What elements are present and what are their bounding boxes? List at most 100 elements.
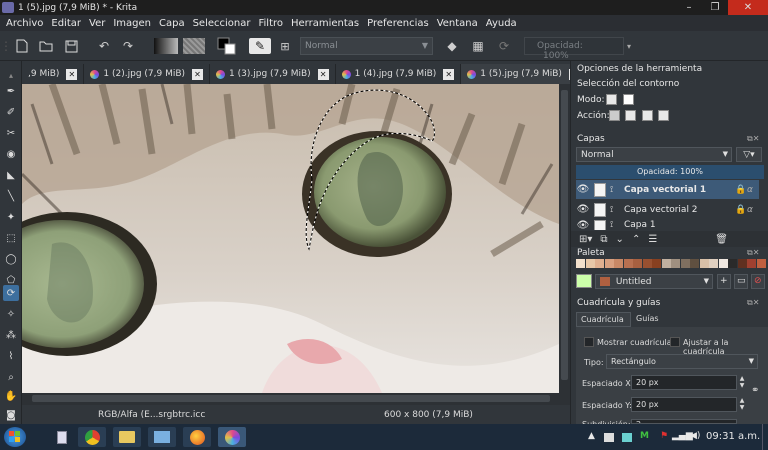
palette-swatch[interactable] (680, 259, 690, 268)
link-spacing-icon[interactable]: ⚭ (751, 385, 759, 396)
layer-opacity-slider[interactable]: Opacidad: 100% (576, 165, 764, 179)
multibrush-tool-icon[interactable]: ✂ (3, 125, 19, 141)
selection-mode-icon[interactable]: ◙ (3, 407, 19, 423)
layer-blend-mode-select[interactable]: Normal ▼ (576, 147, 732, 162)
menu-filtro[interactable]: Filtro (254, 18, 287, 29)
palette-swatch[interactable] (661, 259, 671, 268)
palette-swatch[interactable] (652, 259, 661, 268)
document-tab[interactable]: 1 (2).jpg (7,9 MiB) ✕ (84, 64, 211, 84)
snap-grid-checkbox[interactable] (670, 337, 680, 347)
menu-ventana[interactable]: Ventana (433, 18, 482, 29)
firefox-icon[interactable] (183, 427, 211, 447)
palette-swatch[interactable] (642, 259, 652, 268)
action-subtract-icon[interactable] (642, 110, 653, 121)
scroll-thumb[interactable] (32, 395, 550, 402)
volume-icon[interactable]: ◀) (690, 431, 700, 441)
dock-float-icon[interactable]: ⧉✕ (747, 298, 759, 308)
brush-preset-icon[interactable]: ✎ (249, 38, 271, 54)
palette-swatch[interactable] (728, 259, 737, 268)
vertical-scrollbar[interactable] (559, 84, 570, 393)
tray-movistar-icon[interactable]: M (640, 431, 649, 441)
rectangle-select-icon[interactable]: ⬚ (3, 230, 19, 246)
palette-swatch[interactable] (576, 259, 585, 268)
menu-imagen[interactable]: Imagen (109, 18, 155, 29)
krita-taskbar-icon[interactable] (218, 427, 246, 447)
menu-ver[interactable]: Ver (85, 18, 109, 29)
palette-swatch[interactable] (623, 259, 633, 268)
layer-properties-icon[interactable]: ☰ (648, 234, 657, 245)
palette-swatch[interactable] (747, 259, 756, 268)
layer-filter-button[interactable]: ▽▾ (736, 147, 762, 162)
move-layer-up-icon[interactable]: ⌃ (632, 234, 640, 245)
menu-preferencias[interactable]: Preferencias (363, 18, 433, 29)
alpha-lock-icon[interactable]: α (747, 185, 759, 195)
grid-type-select[interactable]: Rectángulo ▼ (606, 354, 758, 369)
explorer-icon[interactable] (113, 427, 141, 447)
layer-row[interactable]: 👁 ⟟ Capa vectorial 1 🔒 α (576, 180, 759, 199)
file-icon[interactable] (48, 427, 76, 447)
close-window-button[interactable]: ✕ (728, 0, 768, 15)
color-picker-icon[interactable]: ✒ (3, 83, 19, 99)
palette-swatch[interactable] (671, 259, 680, 268)
pan-tool-icon[interactable]: ✋ (3, 388, 19, 404)
menu-seleccionar[interactable]: Seleccionar (189, 18, 255, 29)
assistant-tool-icon[interactable]: ✦ (3, 209, 19, 225)
start-button[interactable] (4, 427, 26, 447)
ellipse-select-icon[interactable]: ◯ (3, 251, 19, 267)
gradient-preset-icon[interactable] (154, 38, 178, 54)
tab-guides[interactable]: Guías (632, 312, 664, 327)
mode-replace-icon[interactable] (606, 94, 617, 105)
tab-grid[interactable]: Cuadrícula (576, 312, 631, 327)
horizontal-scrollbar[interactable] (22, 393, 570, 405)
save-icon[interactable] (63, 38, 79, 54)
document-tab[interactable]: 1 (3).jpg (7,9 MiB) ✕ (210, 64, 336, 84)
palette-select[interactable]: Untitled ▼ (595, 274, 713, 289)
palette-swatch[interactable] (604, 259, 614, 268)
fill-tool-icon[interactable]: ◉ (3, 146, 19, 162)
brush-tool-icon[interactable]: ✐ (3, 104, 19, 120)
minimize-button[interactable]: – (676, 0, 702, 15)
dock-float-icon[interactable]: ⧉✕ (747, 248, 759, 258)
foreground-background-color-icon[interactable] (217, 37, 237, 55)
undo-icon[interactable]: ↶ (96, 38, 112, 54)
visibility-eye-icon[interactable]: 👁 (576, 220, 590, 230)
document-tab[interactable]: 1 (4).jpg (7,9 MiB) ✕ (335, 64, 462, 84)
image-canvas[interactable] (22, 84, 559, 393)
scroll-thumb[interactable] (561, 90, 568, 380)
palette-swatch[interactable] (595, 259, 604, 268)
bezier-select-icon[interactable]: ⌇ (3, 348, 19, 364)
chrome-icon[interactable] (78, 427, 106, 447)
clock-label[interactable]: 09:31 a.m. (706, 431, 760, 442)
menu-archivo[interactable]: Archivo (2, 18, 47, 29)
close-icon[interactable]: ✕ (317, 68, 329, 80)
palette-swatch[interactable] (614, 259, 623, 268)
menu-editar[interactable]: Editar (47, 18, 85, 29)
palette-swatch[interactable] (756, 259, 766, 268)
save-palette-button[interactable]: ▭ (734, 274, 748, 289)
preserve-alpha-icon[interactable]: ▦ (470, 38, 486, 54)
palette-swatch[interactable] (718, 259, 728, 268)
menu-capa[interactable]: Capa (155, 18, 189, 29)
brush-settings-icon[interactable]: ⊞ (277, 38, 293, 54)
redo-icon[interactable]: ↷ (120, 38, 136, 54)
menu-ayuda[interactable]: Ayuda (482, 18, 521, 29)
new-document-icon[interactable] (14, 38, 30, 54)
add-layer-icon[interactable]: ⊞▾ (579, 234, 592, 245)
delete-layer-icon[interactable]: 🗑 (715, 234, 728, 245)
show-desktop-button[interactable] (762, 424, 768, 450)
palette-swatch[interactable] (737, 259, 747, 268)
palette-swatch[interactable] (585, 259, 595, 268)
freehand-select-icon[interactable]: ⟳ (3, 285, 19, 301)
add-swatch-button[interactable]: + (717, 274, 731, 289)
spacing-x-input[interactable]: 20 px (631, 375, 737, 390)
action-replace-icon[interactable] (609, 110, 620, 121)
palette-swatch[interactable] (633, 259, 642, 268)
palette-swatch[interactable] (709, 259, 718, 268)
menu-herramientas[interactable]: Herramientas (287, 18, 363, 29)
layer-row[interactable]: 👁 ⟟ Capa vectorial 2 🔒 α (576, 200, 759, 219)
alpha-lock-icon[interactable]: α (747, 205, 759, 215)
reload-preset-icon[interactable]: ⟳ (496, 38, 512, 54)
network-app-icon[interactable] (148, 427, 176, 447)
show-grid-checkbox[interactable] (584, 337, 594, 347)
action-intersect-icon[interactable] (658, 110, 669, 121)
